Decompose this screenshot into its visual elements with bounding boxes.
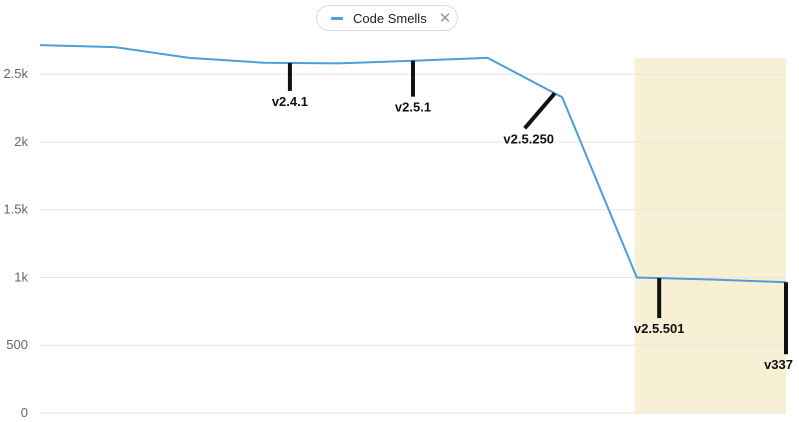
y-tick-label: 1.5k: [3, 202, 28, 217]
y-tick-label: 2.5k: [3, 66, 28, 81]
event-label: v2.4.1: [272, 94, 308, 109]
y-tick-label: 500: [6, 337, 28, 352]
y-tick-label: 1k: [14, 269, 28, 284]
event-label: v2.5.250: [503, 131, 554, 146]
event-marker: [523, 92, 557, 130]
code-smells-chart: 0 500 1k 1.5k 2k 2.5k v2.4.1 v2.5.1 v2.5.250 v2.…: [3, 44, 793, 420]
y-tick-label: 0: [21, 405, 28, 420]
y-tick-label: 2k: [14, 134, 28, 149]
event-label: v2.5.1: [395, 100, 431, 115]
event-label: v337: [764, 357, 793, 372]
event-label: v2.5.501: [634, 321, 685, 336]
